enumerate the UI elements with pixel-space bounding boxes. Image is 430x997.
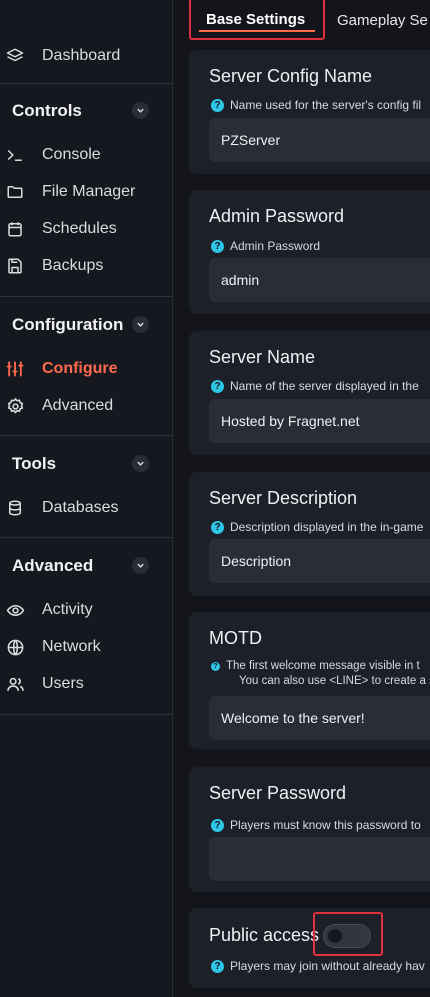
terminal-icon <box>5 145 25 165</box>
sidebar-item-backups[interactable]: Backups <box>0 248 172 284</box>
admin-password-input[interactable]: admin <box>209 258 430 302</box>
sidebar-item-label: Console <box>42 146 101 163</box>
help-text-label: Admin Password <box>230 239 321 253</box>
main-content: Base Settings Gameplay Se Server Config … <box>173 0 430 997</box>
help-icon: ? <box>211 380 224 393</box>
server-password-input[interactable] <box>209 837 430 881</box>
setting-title: Server Name <box>209 347 316 367</box>
help-icon: ? <box>211 819 224 832</box>
help-text: ? Players may join without already hav <box>211 959 425 973</box>
help-text: ? The first welcome message visible in t <box>211 660 420 672</box>
gear-icon <box>5 396 25 416</box>
sidebar-item-label: Network <box>42 638 101 655</box>
help-icon: ? <box>211 240 224 253</box>
sidebar-item-label: Advanced <box>42 397 114 414</box>
sidebar-item-label: Backups <box>42 257 104 274</box>
help-text: ? Description displayed in the in-game <box>211 520 423 534</box>
chevron-down-icon[interactable] <box>132 557 149 574</box>
users-icon <box>5 674 25 694</box>
tab-label: Base Settings <box>206 10 306 28</box>
setting-title: Public access <box>209 925 320 945</box>
setting-title: Server Password <box>209 783 347 803</box>
setting-card-server-password: Server Password ? Players must know this… <box>189 767 430 892</box>
section-title-tools: Tools <box>12 454 57 473</box>
sliders-icon <box>5 359 25 379</box>
server-name-input[interactable]: Hosted by Fragnet.net <box>209 399 430 443</box>
section-title-controls: Controls <box>12 101 82 120</box>
help-icon: ? <box>211 99 224 112</box>
help-text-line-2: You can also use <LINE> to create a s <box>239 675 430 687</box>
section-title-configuration: Configuration <box>12 315 124 334</box>
tab-base-settings[interactable]: Base Settings <box>189 0 325 40</box>
chevron-down-icon[interactable] <box>132 455 149 472</box>
database-icon <box>5 498 25 518</box>
globe-icon <box>5 637 25 657</box>
active-tab-underline <box>199 30 315 32</box>
sidebar-item-dashboard[interactable]: Dashboard <box>0 38 172 74</box>
divider <box>0 537 172 538</box>
sidebar-item-label: Databases <box>42 499 119 516</box>
setting-card-server-name: Server Name ? Name of the server display… <box>189 331 430 455</box>
help-text: ? Name of the server displayed in the <box>211 379 419 393</box>
setting-card-motd: MOTD ? The first welcome message visible… <box>189 612 430 749</box>
help-text-label: Description displayed in the in-game <box>230 520 424 534</box>
sidebar-item-databases[interactable]: Databases <box>0 490 172 526</box>
divider <box>0 296 172 297</box>
setting-title: Server Config Name <box>209 66 373 86</box>
app: Dashboard Controls Console File Manager … <box>0 0 430 997</box>
sidebar: Dashboard Controls Console File Manager … <box>0 0 173 997</box>
tab-label: Gameplay Se <box>337 11 428 29</box>
help-text-label: Players must know this password to <box>230 818 421 832</box>
server-description-input[interactable]: Description <box>209 539 430 583</box>
chevron-down-icon[interactable] <box>132 102 149 119</box>
public-access-toggle[interactable] <box>323 924 371 948</box>
divider <box>0 435 172 436</box>
help-text-label: Name of the server displayed in the <box>230 379 419 393</box>
calendar-icon <box>5 219 25 239</box>
setting-card-public-access: Public access ? Players may join without… <box>189 908 430 988</box>
setting-title: Server Description <box>209 488 358 508</box>
sidebar-item-label: Schedules <box>42 220 117 237</box>
help-text: ? Players must know this password to <box>211 818 421 832</box>
motd-input[interactable]: Welcome to the server! <box>209 696 430 740</box>
sidebar-item-activity[interactable]: Activity <box>0 592 172 628</box>
chevron-down-icon[interactable] <box>132 316 149 333</box>
divider <box>0 714 172 715</box>
help-icon: ? <box>211 662 220 671</box>
help-text: ? Name used for the server's config fil <box>211 98 421 112</box>
help-icon: ? <box>211 960 224 973</box>
tab-gameplay-settings[interactable]: Gameplay Se <box>337 0 428 40</box>
divider <box>0 83 172 84</box>
help-text-label: Players may join without already hav <box>230 959 425 973</box>
sidebar-item-label: Activity <box>42 601 93 618</box>
help-text: ? Admin Password <box>211 239 320 253</box>
eye-icon <box>5 600 25 620</box>
sidebar-item-advanced[interactable]: Advanced <box>0 388 172 424</box>
folder-icon <box>5 182 25 202</box>
help-icon: ? <box>211 521 224 534</box>
sidebar-item-file-manager[interactable]: File Manager <box>0 174 172 210</box>
toggle-knob <box>328 929 342 943</box>
setting-card-server-description: Server Description ? Description display… <box>189 472 430 596</box>
server-config-name-input[interactable]: PZServer <box>209 118 430 162</box>
sidebar-item-console[interactable]: Console <box>0 137 172 173</box>
sidebar-item-schedules[interactable]: Schedules <box>0 211 172 247</box>
sidebar-item-network[interactable]: Network <box>0 629 172 665</box>
sidebar-item-label: Dashboard <box>42 47 121 64</box>
help-text-label: Name used for the server's config fil <box>230 98 422 112</box>
setting-card-admin-password: Admin Password ? Admin Password admin <box>189 190 430 314</box>
sidebar-item-label: Users <box>42 675 84 692</box>
setting-title: Admin Password <box>209 206 345 226</box>
help-text-label: The first welcome message visible in t <box>226 660 420 672</box>
section-title-advanced: Advanced <box>12 556 94 575</box>
layers-icon <box>5 46 25 66</box>
setting-title: MOTD <box>209 628 262 648</box>
sidebar-item-label: Configure <box>42 360 118 377</box>
sidebar-item-users[interactable]: Users <box>0 666 172 702</box>
save-icon <box>5 256 25 276</box>
sidebar-item-label: File Manager <box>42 183 136 200</box>
sidebar-item-configure[interactable]: Configure <box>0 351 172 387</box>
setting-card-server-config-name: Server Config Name ? Name used for the s… <box>189 50 430 174</box>
